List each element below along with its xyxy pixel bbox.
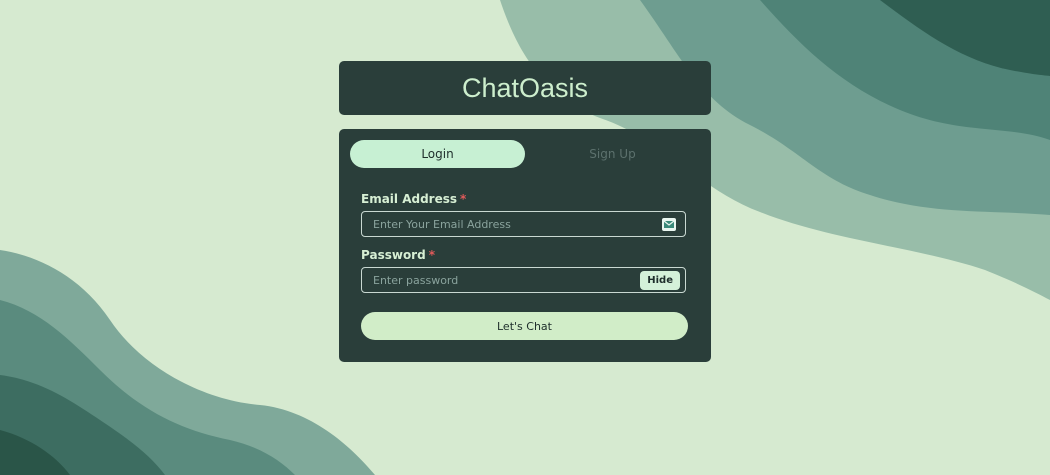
email-field — [361, 211, 686, 237]
email-label: Email Address * — [361, 192, 466, 206]
tab-login[interactable]: Login — [350, 140, 525, 168]
password-field: Hide — [361, 267, 686, 293]
password-input[interactable] — [362, 268, 685, 292]
app-title: ChatOasis — [461, 72, 589, 103]
hide-password-button[interactable]: Hide — [640, 271, 680, 290]
lets-chat-button[interactable]: Let's Chat — [361, 312, 688, 340]
password-label: Password * — [361, 248, 435, 262]
mail-icon — [662, 218, 676, 231]
login-form-card: Login Sign Up Email Address* Password* H… — [339, 129, 711, 362]
app-title-card: ChatOasis — [339, 61, 711, 115]
password-required-mark: * — [428, 248, 435, 262]
email-label-text: Email Address — [361, 192, 458, 206]
email-required-mark: * — [460, 192, 467, 206]
password-label-text: Password — [361, 248, 426, 262]
auth-tabs: Login Sign Up — [350, 140, 700, 168]
email-input[interactable] — [362, 212, 685, 236]
tab-signup[interactable]: Sign Up — [525, 140, 700, 168]
